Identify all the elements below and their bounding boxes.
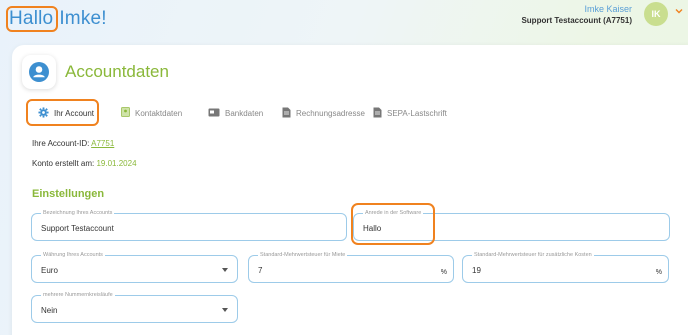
user-icon bbox=[22, 55, 56, 89]
field-value: Euro bbox=[41, 266, 58, 275]
percent-suffix: % bbox=[655, 269, 662, 276]
field-legend: Währung Ihres Accounts bbox=[41, 251, 105, 259]
document-icon bbox=[373, 107, 382, 120]
greeting-word: Hallo bbox=[6, 6, 59, 32]
number-ranges-select[interactable]: mehrere Nummernkreisläufe Nein bbox=[31, 291, 238, 323]
field-legend: mehrere Nummernkreisläufe bbox=[41, 291, 115, 299]
created-line: Konto erstellt am: 19.01.2024 bbox=[32, 159, 137, 168]
highlight-frame bbox=[26, 99, 99, 126]
account-id-line: Ihre Account-ID: A7751 bbox=[32, 139, 114, 148]
tab-rechnungsadresse[interactable]: Rechnungsadresse bbox=[282, 102, 365, 124]
tab-label: SEPA-Lastschrift bbox=[387, 108, 447, 118]
currency-select[interactable]: Währung Ihres Accounts Euro bbox=[31, 251, 238, 283]
avatar[interactable]: IK bbox=[644, 2, 668, 26]
created-label: Konto erstellt am: bbox=[32, 159, 95, 168]
percent-suffix: % bbox=[440, 269, 447, 276]
greeting: Hallo Imke! bbox=[6, 6, 107, 32]
tab-sepa-lastschrift[interactable]: SEPA-Lastschrift bbox=[373, 102, 447, 124]
tab-label: Kontaktdaten bbox=[135, 108, 183, 118]
chevron-down-icon[interactable] bbox=[674, 6, 686, 18]
field-legend: Standard-Mehrwertsteuer für zusätzliche … bbox=[472, 251, 594, 259]
account-name-field[interactable]: Bezeichnung Ihres Accounts Support Testa… bbox=[31, 209, 347, 241]
contact-card-icon bbox=[121, 107, 130, 119]
page-title: Accountdaten bbox=[65, 62, 169, 81]
caret-down-icon bbox=[222, 308, 228, 312]
tab-label: Bankdaten bbox=[225, 108, 264, 118]
field-legend: Standard-Mehrwertsteuer für Miete bbox=[258, 251, 348, 259]
greeting-name: Imke! bbox=[59, 8, 107, 29]
document-icon bbox=[282, 107, 291, 120]
field-value: 7 bbox=[258, 266, 263, 275]
bank-card-icon bbox=[208, 108, 220, 119]
tab-kontaktdaten[interactable]: Kontaktdaten bbox=[121, 102, 182, 124]
field-value: Nein bbox=[41, 306, 58, 315]
user-account: Support Testaccount (A7751) bbox=[521, 16, 632, 25]
account-id-label: Ihre Account-ID: bbox=[32, 139, 90, 148]
field-legend: Bezeichnung Ihres Accounts bbox=[41, 209, 115, 217]
settings-title: Einstellungen bbox=[32, 188, 105, 200]
user-name: Imke Kaiser bbox=[584, 4, 632, 14]
vat-extra-field[interactable]: Standard-Mehrwertsteuer für zusätzliche … bbox=[462, 251, 669, 283]
highlight-frame bbox=[351, 203, 435, 245]
created-date: 19.01.2024 bbox=[96, 159, 137, 168]
tab-label: Rechnungsadresse bbox=[296, 108, 365, 118]
user-info[interactable]: Imke Kaiser Support Testaccount (A7751) bbox=[521, 4, 632, 27]
tab-bankdaten[interactable]: Bankdaten bbox=[208, 102, 263, 124]
account-id-link[interactable]: A7751 bbox=[91, 139, 114, 148]
caret-down-icon bbox=[222, 268, 228, 272]
account-card: Accountdaten Ihr Account Kontaktdaten Ba… bbox=[12, 45, 688, 335]
vat-rent-field[interactable]: Standard-Mehrwertsteuer für Miete 7 % bbox=[248, 251, 454, 283]
field-value: Support Testaccount bbox=[41, 224, 114, 233]
field-value: 19 bbox=[472, 266, 481, 275]
